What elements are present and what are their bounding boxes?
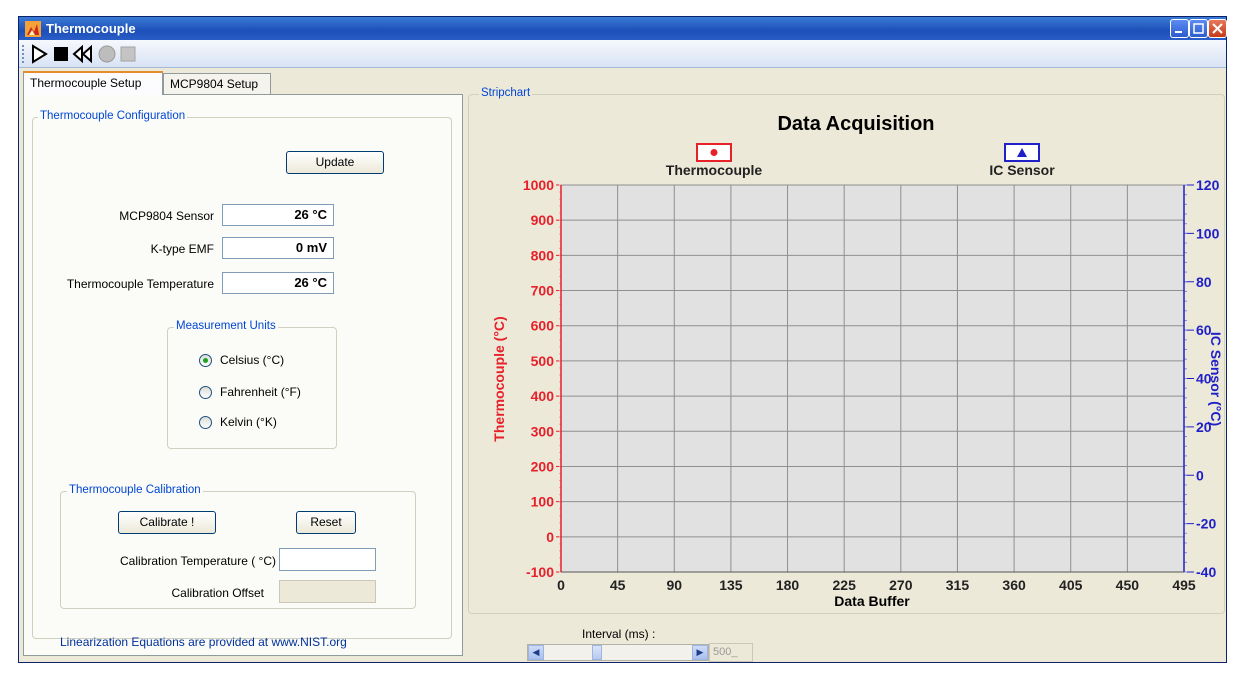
record-icon bbox=[98, 45, 116, 63]
play-icon bbox=[32, 44, 48, 64]
stop-icon bbox=[54, 47, 68, 61]
y-tick-label: 100 bbox=[531, 494, 555, 510]
plot-area[interactable] bbox=[561, 185, 1184, 572]
thermocouple-temperature-value: 26 °C bbox=[222, 272, 334, 294]
rewind-button[interactable] bbox=[72, 44, 92, 64]
interval-label: Interval (ms) : bbox=[582, 627, 656, 641]
kelvin-radio[interactable] bbox=[199, 416, 212, 429]
fahrenheit-label[interactable]: Fahrenheit (°F) bbox=[220, 385, 301, 399]
y-tick-label: 200 bbox=[531, 458, 555, 474]
y2-tick-label: 100 bbox=[1196, 225, 1220, 241]
calibrate-button[interactable]: Calibrate ! bbox=[118, 511, 216, 534]
legend-thermocouple[interactable]: Thermocouple bbox=[666, 143, 763, 178]
x-tick-label: 450 bbox=[1116, 577, 1140, 593]
play-button[interactable] bbox=[29, 44, 49, 64]
x-axis-label: Data Buffer bbox=[834, 593, 910, 609]
y-tick-label: 300 bbox=[531, 423, 555, 439]
window-title: Thermocouple bbox=[46, 21, 136, 36]
app-icon bbox=[25, 21, 41, 37]
legend-ic-sensor[interactable]: IC Sensor bbox=[989, 143, 1055, 178]
interval-right-arrow[interactable]: ▶ bbox=[692, 645, 708, 660]
calibration-offset-label: Calibration Offset bbox=[171, 586, 265, 600]
y2-tick-label: 0 bbox=[1196, 467, 1204, 483]
tab-mcp9804-setup[interactable]: MCP9804 Setup bbox=[163, 73, 271, 95]
x-tick-label: 315 bbox=[946, 577, 970, 593]
fahrenheit-radio[interactable] bbox=[199, 386, 212, 399]
configuration-legend: Thermocouple Configuration bbox=[38, 110, 188, 122]
celsius-radio[interactable] bbox=[199, 354, 212, 367]
legend-ic-sensor-label: IC Sensor bbox=[989, 162, 1055, 178]
x-tick-label: 90 bbox=[666, 577, 682, 593]
celsius-label[interactable]: Celsius (°C) bbox=[220, 353, 284, 367]
rewind-icon bbox=[72, 44, 92, 64]
legend-thermocouple-marker bbox=[710, 149, 718, 156]
x-tick-label: 270 bbox=[889, 577, 913, 593]
thermocouple-temperature-label: Thermocouple Temperature bbox=[66, 277, 214, 291]
x-tick-label: 495 bbox=[1172, 577, 1196, 593]
y2-tick-label: 80 bbox=[1196, 274, 1212, 290]
nist-note: Linearization Equations are provided at … bbox=[60, 635, 347, 649]
y-axis-label: Thermocouple (°C) bbox=[491, 316, 507, 441]
k-type-emf-label: K-type EMF bbox=[150, 242, 214, 256]
close-icon bbox=[1212, 23, 1223, 34]
y2-tick-label: 120 bbox=[1196, 177, 1220, 193]
interval-left-arrow[interactable]: ◀ bbox=[528, 645, 544, 660]
k-type-emf-value: 0 mV bbox=[222, 237, 334, 259]
tab-thermocouple-setup[interactable]: Thermocouple Setup bbox=[23, 71, 163, 95]
calibration-offset-field bbox=[279, 580, 376, 603]
legend-thermocouple-label: Thermocouple bbox=[666, 162, 763, 178]
toolbar bbox=[19, 40, 1226, 68]
y-tick-label: 0 bbox=[546, 529, 554, 545]
maximize-icon bbox=[1193, 23, 1204, 34]
calibration-legend: Thermocouple Calibration bbox=[67, 484, 203, 496]
x-tick-label: 180 bbox=[776, 577, 800, 593]
update-button[interactable]: Update bbox=[286, 151, 384, 174]
calibration-temperature-label: Calibration Temperature ( °C) bbox=[120, 554, 276, 568]
mcp9804-sensor-label: MCP9804 Sensor bbox=[119, 209, 214, 223]
thermocouple-window: Thermocouple Thermocouple Setup MCP9804 … bbox=[18, 16, 1227, 663]
close-button[interactable] bbox=[1208, 19, 1227, 38]
x-tick-label: 45 bbox=[610, 577, 626, 593]
y-tick-label: -100 bbox=[526, 564, 554, 580]
y2-tick-label: -20 bbox=[1196, 516, 1216, 532]
x-tick-label: 0 bbox=[557, 577, 565, 593]
x-tick-label: 225 bbox=[833, 577, 857, 593]
x-tick-label: 405 bbox=[1059, 577, 1083, 593]
y-tick-label: 600 bbox=[531, 318, 555, 334]
y-tick-label: 400 bbox=[531, 388, 555, 404]
y-tick-label: 800 bbox=[531, 247, 555, 263]
stop-button[interactable] bbox=[51, 44, 71, 64]
mcp9804-sensor-value: 26 °C bbox=[222, 204, 334, 226]
calibration-temperature-input[interactable] bbox=[279, 548, 376, 571]
y2-axis-label: IC Sensor (°C) bbox=[1208, 332, 1224, 426]
interval-thumb[interactable] bbox=[592, 645, 602, 660]
clear-button[interactable] bbox=[118, 44, 138, 64]
record-button[interactable] bbox=[97, 44, 117, 64]
measurement-units-legend: Measurement Units bbox=[174, 320, 278, 332]
left-axis: -100 0 100 200 300 400 500 600 700 800 900 1000 bbox=[523, 177, 562, 580]
y2-tick-label: -40 bbox=[1196, 564, 1216, 580]
x-axis: 0 45 90 135 180 225 270 315 360 405 450 495 bbox=[557, 571, 1196, 593]
minimize-icon bbox=[1175, 31, 1182, 33]
thermocouple-setup-panel: Thermocouple Configuration Update MCP980… bbox=[23, 94, 463, 656]
y-tick-label: 700 bbox=[531, 283, 555, 299]
maximize-button[interactable] bbox=[1189, 19, 1208, 38]
reset-button[interactable]: Reset bbox=[296, 511, 356, 534]
y-tick-label: 1000 bbox=[523, 177, 554, 193]
interval-value: 500_ bbox=[709, 643, 753, 662]
interval-slider[interactable]: ◀ ▶ bbox=[527, 644, 709, 661]
chart-title: Data Acquisition bbox=[777, 113, 934, 135]
clear-icon bbox=[120, 46, 136, 62]
title-bar[interactable]: Thermocouple bbox=[19, 17, 1227, 40]
x-tick-label: 360 bbox=[1002, 577, 1026, 593]
minimize-button[interactable] bbox=[1170, 19, 1189, 38]
x-tick-label: 135 bbox=[719, 577, 743, 593]
data-acquisition-chart: Data Acquisition Thermocouple IC Sensor … bbox=[491, 113, 1224, 609]
y-tick-label: 500 bbox=[531, 353, 555, 369]
kelvin-label[interactable]: Kelvin (°K) bbox=[220, 415, 277, 429]
toolbar-grip[interactable] bbox=[22, 45, 25, 63]
y-tick-label: 900 bbox=[531, 212, 555, 228]
